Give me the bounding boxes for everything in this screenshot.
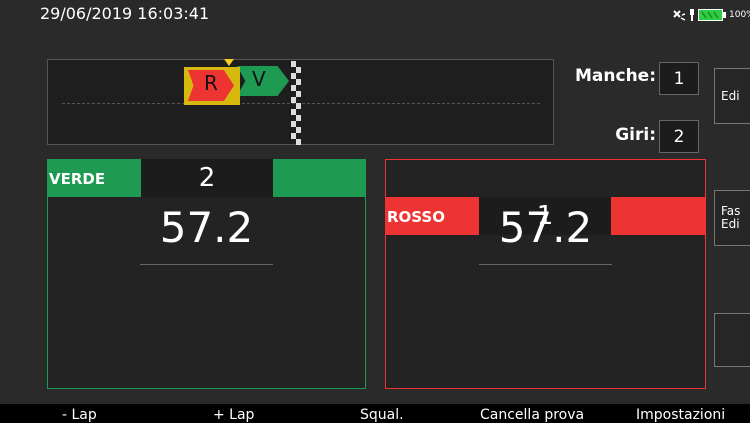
divider <box>140 264 273 265</box>
satellite-icon <box>672 6 686 25</box>
team-time-rosso: 57.2 <box>498 203 593 252</box>
team-header-verde: VERDE 2 <box>47 159 366 197</box>
side-button[interactable] <box>714 313 750 367</box>
usb-plug-icon <box>689 6 695 25</box>
settings-button[interactable]: Impostazioni <box>636 407 725 423</box>
battery-icon <box>698 6 726 25</box>
edit-button[interactable]: Edi <box>714 68 750 124</box>
manche-label: Manche: <box>575 66 656 86</box>
team-name-rosso: ROSSO <box>387 208 445 226</box>
giri-value[interactable]: 2 <box>659 120 699 153</box>
fase-button-line2: Edi <box>721 217 740 231</box>
finish-flag-icon <box>291 61 301 145</box>
battery-percent: 100% <box>729 10 750 20</box>
giri-label: Giri: <box>615 125 656 145</box>
team-score-verde: 2 <box>141 159 273 197</box>
disqualify-button[interactable]: Squal. <box>360 407 404 423</box>
plus-lap-button[interactable]: + Lap <box>213 407 254 423</box>
team-panel-rosso <box>385 159 706 389</box>
edit-button-label: Edi <box>721 89 740 103</box>
fase-edit-button[interactable]: Fas Edi <box>714 190 750 246</box>
cancel-trial-button[interactable]: Cancella prova <box>480 407 584 423</box>
manche-value[interactable]: 1 <box>659 62 699 95</box>
red-runner-label: R <box>204 71 218 95</box>
team-time-verde: 57.2 <box>159 203 254 252</box>
track-line <box>62 103 540 104</box>
green-runner-label: V <box>252 67 266 91</box>
divider <box>479 264 612 265</box>
position-pin-icon <box>224 59 234 66</box>
status-icons: 100% <box>672 7 750 23</box>
team-name-verde: VERDE <box>49 170 106 188</box>
minus-lap-button[interactable]: - Lap <box>62 407 97 423</box>
datetime: 29/06/2019 16:03:41 <box>40 4 210 23</box>
